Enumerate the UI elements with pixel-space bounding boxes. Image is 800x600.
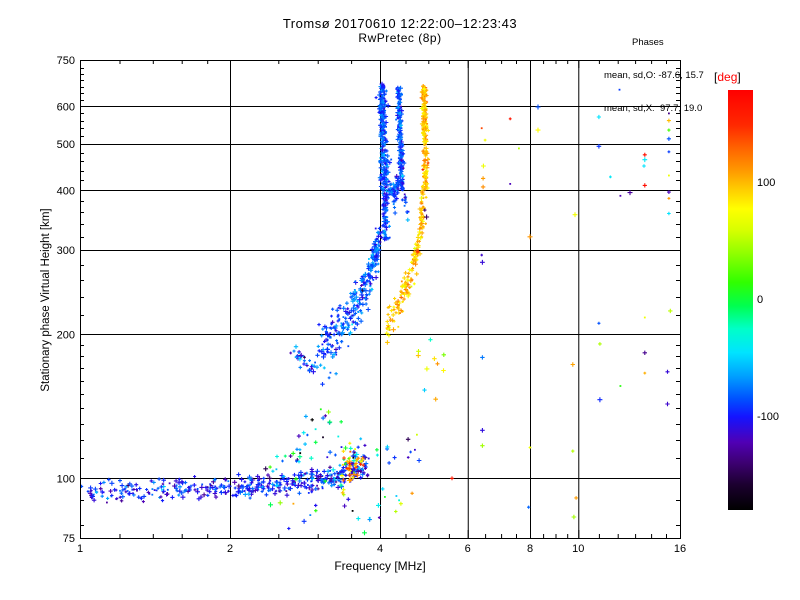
x-tick-label: 8 <box>527 543 533 555</box>
colorbar-bracket-close: ] <box>737 70 741 84</box>
colorbar <box>728 90 753 510</box>
y-tick-label: 200 <box>57 329 75 341</box>
ionogram-figure: Tromsø 20170610 12:22:00–12:23:43 RwPret… <box>0 0 800 600</box>
x-tick-label: 4 <box>377 543 383 555</box>
y-tick-label: 750 <box>57 55 75 67</box>
colorbar-unit-text: deg <box>717 70 738 84</box>
colorbar-tick-label: 0 <box>757 294 764 306</box>
colorbar-tick-label: 100 <box>757 177 776 190</box>
y-tick-label: 500 <box>57 139 75 151</box>
y-tick-label: 100 <box>57 473 75 485</box>
y-axis-label: Stationary phase Virtual Height [km] <box>40 208 52 392</box>
x-axis-label: Frequency [MHz] <box>334 559 426 573</box>
y-tick-label: 400 <box>57 186 75 198</box>
x-tick-label: 10 <box>572 543 584 555</box>
colorbar-unit-label: [deg] <box>714 70 741 84</box>
ionogram-plot: 1 2 4 6 8 10 16 75 100 200 300 400 500 600 750 <box>57 55 686 555</box>
y-tick-label: 600 <box>57 101 75 113</box>
x-tick-label: 1 <box>77 543 83 555</box>
x-tick-label: 2 <box>227 543 233 555</box>
x-tick-label: 16 <box>674 543 686 555</box>
y-tick-label: 300 <box>57 245 75 257</box>
colorbar-tick-label: -100 <box>757 410 780 423</box>
scatter-points <box>80 81 673 536</box>
x-tick-label: 6 <box>465 543 471 555</box>
y-tick-label: 75 <box>63 533 75 545</box>
